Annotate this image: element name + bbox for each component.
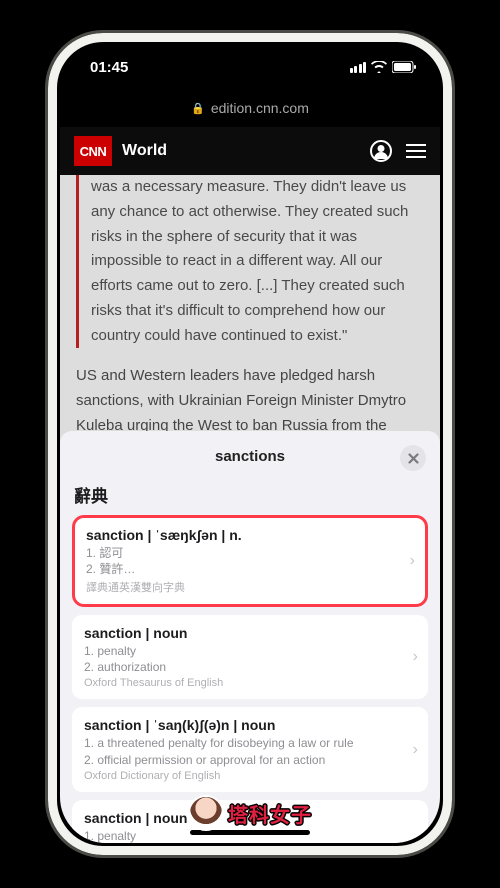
- section-title[interactable]: World: [122, 142, 360, 160]
- menu-icon[interactable]: [406, 144, 426, 158]
- notch: [160, 45, 340, 73]
- close-icon: [408, 453, 419, 464]
- entry-headline: sanction | ˈsaŋ(k)ʃ(ə)n | noun: [84, 717, 416, 733]
- lookup-title: sanctions: [215, 448, 285, 465]
- chevron-right-icon: ›: [413, 833, 418, 843]
- url-text: edition.cnn.com: [211, 100, 309, 116]
- entry-headline: sanction | ˈsæŋkʃən | n.: [86, 527, 414, 543]
- entry-definition: 1. penalty: [84, 643, 416, 659]
- chevron-right-icon: ›: [413, 741, 418, 759]
- dictionary-entry[interactable]: sanction | ˈsæŋkʃən | n. 1. 認可2. 贊許… 譯典通英漢…: [72, 515, 428, 607]
- entry-headline: sanction | noun: [84, 625, 416, 641]
- entry-definition: 2. official permission or approval for a…: [84, 752, 416, 768]
- entry-source: Oxford Dictionary of English: [84, 770, 416, 782]
- status-time: 01:45: [90, 59, 128, 76]
- dictionary-section-label: 辭典: [74, 482, 426, 507]
- entry-definition: 1. 認可: [86, 545, 414, 561]
- url-bar[interactable]: 🔒 edition.cnn.com: [60, 89, 440, 127]
- watermark: 塔科女子: [188, 795, 312, 831]
- lookup-sheet: sanctions 辭典 sanction | ˈsæŋkʃən | n. 1. …: [60, 431, 440, 843]
- cellular-icon: [350, 62, 367, 73]
- watermark-text: 塔科女子: [228, 799, 312, 828]
- entry-definition: 1. a threatened penalty for disobeying a…: [84, 735, 416, 751]
- wifi-icon: [371, 61, 387, 73]
- lock-icon: 🔒: [191, 102, 205, 115]
- battery-icon: [392, 61, 416, 73]
- article-quote: was a necessary measure. They didn't lea…: [76, 175, 424, 348]
- profile-icon[interactable]: [370, 140, 392, 162]
- close-button[interactable]: [400, 445, 426, 471]
- site-header: CNN World: [60, 127, 440, 175]
- phone-screen: 01:45 🔒 edition.cnn.com CNN World was a …: [60, 45, 440, 843]
- watermark-avatar: [188, 795, 224, 831]
- entry-source: 譯典通英漢雙向字典: [86, 579, 414, 595]
- chevron-right-icon: ›: [410, 552, 415, 570]
- phone-frame: 01:45 🔒 edition.cnn.com CNN World was a …: [45, 30, 455, 858]
- chevron-right-icon: ›: [413, 648, 418, 666]
- entry-definition: 2. authorization: [84, 659, 416, 675]
- cnn-logo[interactable]: CNN: [74, 136, 112, 166]
- entry-definition: 2. 贊許…: [86, 561, 414, 577]
- entry-source: Oxford Thesaurus of English: [84, 677, 416, 689]
- dictionary-entry[interactable]: sanction | ˈsaŋ(k)ʃ(ə)n | noun 1. a threa…: [72, 707, 428, 791]
- dictionary-entry[interactable]: sanction | noun 1. penalty2. authorizatio…: [72, 615, 428, 699]
